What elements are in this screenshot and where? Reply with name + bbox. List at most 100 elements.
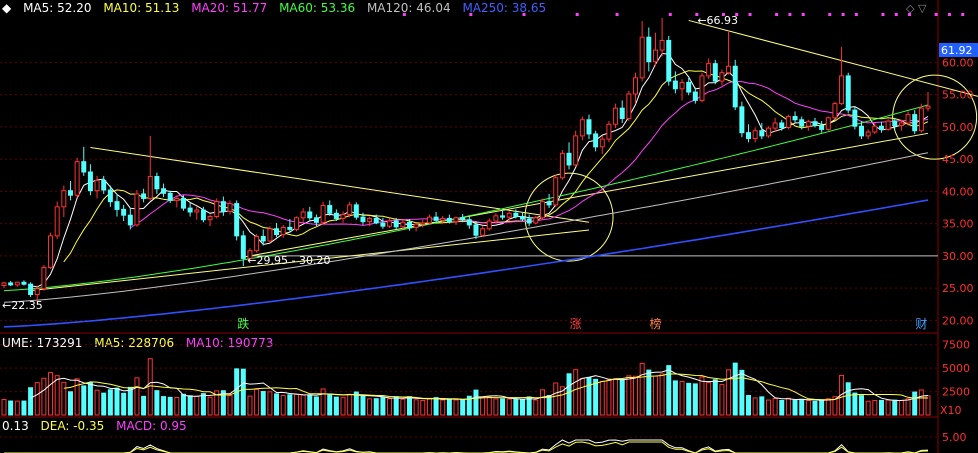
candle-body <box>433 216 439 221</box>
candle-body <box>500 215 506 218</box>
signal-dot <box>575 13 579 16</box>
volume-bar <box>433 397 439 416</box>
signal-dot <box>841 13 845 16</box>
volume-bar <box>340 396 346 416</box>
volume-tick-label: 7500 <box>942 339 970 352</box>
volume-bar <box>500 398 506 416</box>
candle-body <box>679 81 685 90</box>
chart-canvas[interactable]: 20.00 25.00 30.00 35.00 40.00 45.00 50.00 55.00… <box>0 0 978 453</box>
candle-body <box>759 130 765 137</box>
candle-body <box>420 222 426 225</box>
volume-bar <box>440 399 446 416</box>
volume-bar <box>692 383 698 416</box>
candle-body <box>107 189 113 203</box>
candle-body <box>413 223 419 228</box>
candle-body <box>14 281 20 286</box>
volume-bar <box>333 396 339 416</box>
candle-body <box>865 131 871 137</box>
candle-body <box>400 221 406 228</box>
signal-dot <box>828 13 832 16</box>
triangle-icon: ▽ <box>918 2 927 15</box>
candle-body <box>121 208 127 216</box>
volume-bar <box>539 389 545 416</box>
candle-body <box>878 125 884 130</box>
candle-body <box>214 201 220 217</box>
candle-body <box>692 91 698 101</box>
volume-bar <box>805 400 811 416</box>
candle-body <box>719 72 725 82</box>
candle-body <box>566 152 572 166</box>
candle-body <box>520 215 525 220</box>
price-tick-label: 20.00 <box>942 314 974 327</box>
candle-body <box>493 215 499 222</box>
ma10-line <box>63 70 929 263</box>
volume-bar <box>546 395 552 416</box>
volume-bar <box>14 400 20 416</box>
trendline-support-2 <box>243 132 929 258</box>
volume-bar <box>619 378 625 416</box>
candle-body <box>746 132 752 139</box>
candle-body <box>672 80 678 90</box>
volume-bar <box>898 400 904 416</box>
volume-tick-label: 5000 <box>942 362 970 375</box>
volume-bar <box>825 398 831 416</box>
volume-bar <box>174 396 180 416</box>
volume-bar <box>819 399 825 416</box>
macd-dea-line <box>4 441 929 453</box>
candle-body <box>652 49 658 63</box>
candle-body <box>101 179 107 191</box>
candle-body <box>712 63 718 82</box>
volume-bar <box>274 393 280 416</box>
candle-body <box>67 190 73 196</box>
stock-chart-window: ◆ MA5: 52.20 MA10: 51.13 MA20: 51.77 MA6… <box>0 0 978 453</box>
candle-body <box>706 63 712 77</box>
macd-dif-line <box>4 439 929 453</box>
signal-dot <box>947 13 951 16</box>
candle-body <box>134 193 140 226</box>
candle-body <box>141 193 147 199</box>
candle-body <box>852 109 858 127</box>
volume-bar <box>446 398 452 416</box>
volume-bar <box>107 389 113 416</box>
volume-bar <box>327 393 333 416</box>
candle-body <box>34 288 40 296</box>
candle-body <box>779 122 785 129</box>
high-annotation: ←66.93 <box>697 14 738 27</box>
volume-bar <box>94 389 100 416</box>
event-marker: 财 <box>915 317 927 331</box>
volume-bar <box>752 397 758 416</box>
volume-bar <box>852 392 858 416</box>
volume-unit-label: X10 <box>940 404 962 417</box>
candle-body <box>732 65 738 108</box>
markers-layer: ←66.93 ←22.35 ←29.95 - 30.20 跌 涨 榜 财 ◇ ▽ <box>2 2 965 331</box>
volume-bar <box>287 394 293 416</box>
candle-body <box>892 120 898 127</box>
volume-bar <box>393 396 399 416</box>
candle-body <box>387 220 393 227</box>
candle-body <box>54 206 60 237</box>
volume-bar <box>28 387 34 416</box>
candle-body <box>586 119 592 135</box>
price-tag-label: 61.92 <box>941 44 973 57</box>
candle-body <box>613 107 619 125</box>
candle-body <box>513 212 519 217</box>
candle-body <box>859 125 865 137</box>
volume-layer <box>1 358 931 416</box>
volume-bar <box>347 393 353 416</box>
volume-bar <box>732 362 738 416</box>
volume-bar <box>141 395 147 416</box>
candle-body <box>559 152 565 179</box>
candle-body <box>839 75 845 105</box>
volume-bar <box>772 398 778 416</box>
volume-bar <box>659 373 665 416</box>
candle-body <box>267 228 273 242</box>
candle-body <box>293 217 299 230</box>
candle-body <box>227 203 233 212</box>
volume-bar <box>460 399 466 416</box>
volume-bar <box>526 396 532 416</box>
candle-body <box>347 204 353 216</box>
candle-body <box>639 36 645 79</box>
volume-bar <box>320 388 326 416</box>
volume-bar <box>200 393 206 416</box>
volume-bar <box>626 375 632 416</box>
